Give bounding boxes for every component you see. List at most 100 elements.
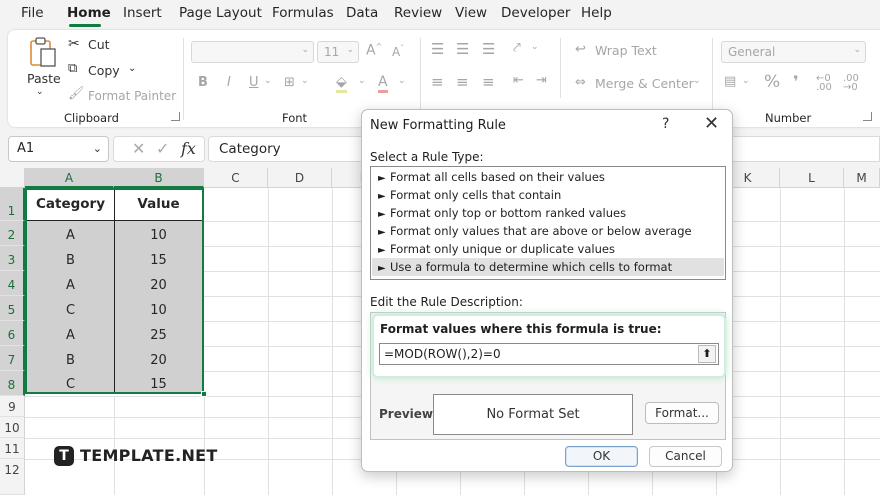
row-header-12[interactable]: 12 bbox=[0, 459, 25, 495]
cell-a5[interactable]: C bbox=[27, 303, 114, 318]
wrap-text-button[interactable]: Wrap Text bbox=[595, 43, 657, 58]
row-header-4[interactable]: 4 bbox=[0, 271, 25, 296]
chevron-down-icon[interactable]: ⌄ bbox=[531, 42, 539, 52]
cell-a1[interactable]: Category bbox=[27, 196, 114, 212]
tab-insert[interactable]: Insert bbox=[123, 5, 162, 21]
cell-b4[interactable]: 20 bbox=[115, 278, 202, 293]
column-header-d[interactable]: D bbox=[268, 168, 332, 188]
paste-label[interactable]: Paste bbox=[27, 71, 61, 86]
chevron-down-icon[interactable]: ⌄ bbox=[301, 76, 309, 86]
font-size-combo[interactable]: 11 ⌄ bbox=[317, 41, 359, 63]
tab-file[interactable]: File bbox=[21, 5, 44, 21]
cell-a2[interactable]: A bbox=[27, 228, 114, 243]
number-launcher-icon[interactable] bbox=[863, 112, 872, 121]
tab-page-layout[interactable]: Page Layout bbox=[179, 5, 262, 21]
row-header-2[interactable]: 2 bbox=[0, 221, 25, 246]
chevron-down-icon[interactable]: ⌄ bbox=[693, 76, 701, 86]
column-header-c[interactable]: C bbox=[204, 168, 268, 188]
cell-b8[interactable]: 15 bbox=[115, 377, 202, 392]
close-icon[interactable]: ✕ bbox=[704, 113, 719, 134]
align-middle-icon[interactable]: ☰ bbox=[456, 40, 469, 58]
borders-icon[interactable]: ⊞ bbox=[284, 75, 295, 90]
cancel-entry-icon[interactable]: ✕ bbox=[132, 139, 145, 158]
tab-developer[interactable]: Developer bbox=[501, 5, 570, 21]
italic-icon[interactable]: I bbox=[227, 75, 231, 90]
formula-input[interactable]: =MOD(ROW(),2)=0 ⬆ bbox=[379, 343, 719, 365]
font-name-combo[interactable]: ⌄ bbox=[191, 41, 314, 63]
rule-type-item[interactable]: ► Format only cells that contain bbox=[372, 186, 724, 204]
tab-data[interactable]: Data bbox=[346, 5, 378, 21]
cell-a7[interactable]: B bbox=[27, 353, 114, 368]
rule-type-item[interactable]: ► Format all cells based on their values bbox=[372, 168, 724, 186]
row-header-6[interactable]: 6 bbox=[0, 321, 25, 346]
collapse-dialog-icon[interactable]: ⬆ bbox=[698, 345, 716, 363]
comma-style-icon[interactable]: ❜ bbox=[793, 72, 799, 91]
copy-icon[interactable]: ⧉ bbox=[68, 61, 77, 76]
align-right-icon[interactable]: ≡ bbox=[482, 73, 495, 91]
cell-b7[interactable]: 20 bbox=[115, 353, 202, 368]
row-header-7[interactable]: 7 bbox=[0, 346, 25, 371]
tab-help[interactable]: Help bbox=[581, 5, 612, 21]
row-header-11[interactable]: 11 bbox=[0, 438, 25, 459]
row-header-5[interactable]: 5 bbox=[0, 296, 25, 321]
chevron-down-icon[interactable]: ⌄ bbox=[358, 76, 366, 86]
copy-button[interactable]: Copy bbox=[88, 63, 120, 78]
align-center-icon[interactable]: ≡ bbox=[456, 73, 469, 91]
tab-formulas[interactable]: Formulas bbox=[272, 5, 334, 21]
decrease-indent-icon[interactable]: ⇤ bbox=[513, 73, 524, 88]
chevron-down-icon[interactable]: ⌄ bbox=[742, 76, 750, 86]
cut-button[interactable]: Cut bbox=[88, 37, 110, 52]
cell-a3[interactable]: B bbox=[27, 253, 114, 268]
cell-b2[interactable]: 10 bbox=[115, 228, 202, 243]
tab-review[interactable]: Review bbox=[394, 5, 442, 21]
percent-icon[interactable]: % bbox=[764, 72, 780, 92]
wrap-text-icon[interactable]: ↩ bbox=[575, 42, 586, 57]
row-header-10[interactable]: 10 bbox=[0, 417, 25, 438]
cell-a4[interactable]: A bbox=[27, 278, 114, 293]
row-header-1[interactable]: 1 bbox=[0, 188, 25, 221]
cell-b1[interactable]: Value bbox=[115, 196, 202, 212]
cell-b5[interactable]: 10 bbox=[115, 303, 202, 318]
cancel-button[interactable]: Cancel bbox=[649, 446, 722, 467]
underline-icon[interactable]: U bbox=[249, 75, 259, 90]
tab-home[interactable]: Home bbox=[67, 5, 111, 21]
paste-dropdown-chevron-icon[interactable]: ⌄ bbox=[36, 87, 44, 97]
bold-icon[interactable]: B bbox=[198, 75, 208, 90]
name-box[interactable]: A1 ⌄ bbox=[8, 136, 109, 162]
select-all-corner[interactable] bbox=[0, 168, 25, 188]
row-header-3[interactable]: 3 bbox=[0, 246, 25, 271]
copy-dropdown-chevron-icon[interactable]: ⌄ bbox=[128, 63, 136, 74]
format-painter-button[interactable]: Format Painter bbox=[88, 89, 176, 103]
fill-color-icon[interactable]: ⬙ bbox=[336, 74, 347, 93]
row-header-8[interactable]: 8 bbox=[0, 371, 25, 396]
column-header-b[interactable]: B bbox=[114, 168, 204, 188]
paste-button[interactable] bbox=[28, 36, 58, 71]
align-left-icon[interactable]: ≡ bbox=[431, 73, 444, 91]
rule-type-list[interactable]: ► Format all cells based on their values … bbox=[370, 166, 726, 280]
accounting-format-icon[interactable]: ▤ bbox=[724, 74, 736, 89]
column-header-m[interactable]: M bbox=[844, 168, 880, 188]
insert-function-icon[interactable]: fx bbox=[181, 139, 196, 158]
help-button[interactable]: ? bbox=[662, 116, 669, 132]
merge-center-icon[interactable]: ⇔ bbox=[575, 75, 586, 90]
chevron-down-icon[interactable]: ⌄ bbox=[264, 76, 272, 86]
cell-a8[interactable]: C bbox=[27, 377, 114, 392]
align-top-icon[interactable]: ☰ bbox=[431, 40, 444, 58]
orientation-icon[interactable]: ⤤ bbox=[513, 40, 521, 56]
number-format-combo[interactable]: General ⌄ bbox=[721, 41, 866, 63]
cell-a6[interactable]: A bbox=[27, 328, 114, 343]
font-color-icon[interactable]: A bbox=[378, 74, 388, 93]
rule-type-item-selected[interactable]: ► Use a formula to determine which cells … bbox=[372, 258, 724, 276]
chevron-down-icon[interactable]: ⌄ bbox=[398, 76, 406, 86]
rule-type-item[interactable]: ► Format only values that are above or be… bbox=[372, 222, 724, 240]
format-painter-icon[interactable]: 🖌 bbox=[68, 86, 85, 101]
increase-decimal-icon[interactable]: ←0.00 bbox=[816, 74, 832, 93]
ok-button[interactable]: OK bbox=[565, 446, 638, 467]
scissors-icon[interactable]: ✂ bbox=[68, 36, 80, 52]
format-button[interactable]: Format... bbox=[645, 402, 719, 424]
cell-b3[interactable]: 15 bbox=[115, 253, 202, 268]
align-bottom-icon[interactable]: ☰ bbox=[482, 40, 495, 58]
rule-type-item[interactable]: ► Format only top or bottom ranked values bbox=[372, 204, 724, 222]
rule-type-item[interactable]: ► Format only unique or duplicate values bbox=[372, 240, 724, 258]
tab-view[interactable]: View bbox=[455, 5, 487, 21]
